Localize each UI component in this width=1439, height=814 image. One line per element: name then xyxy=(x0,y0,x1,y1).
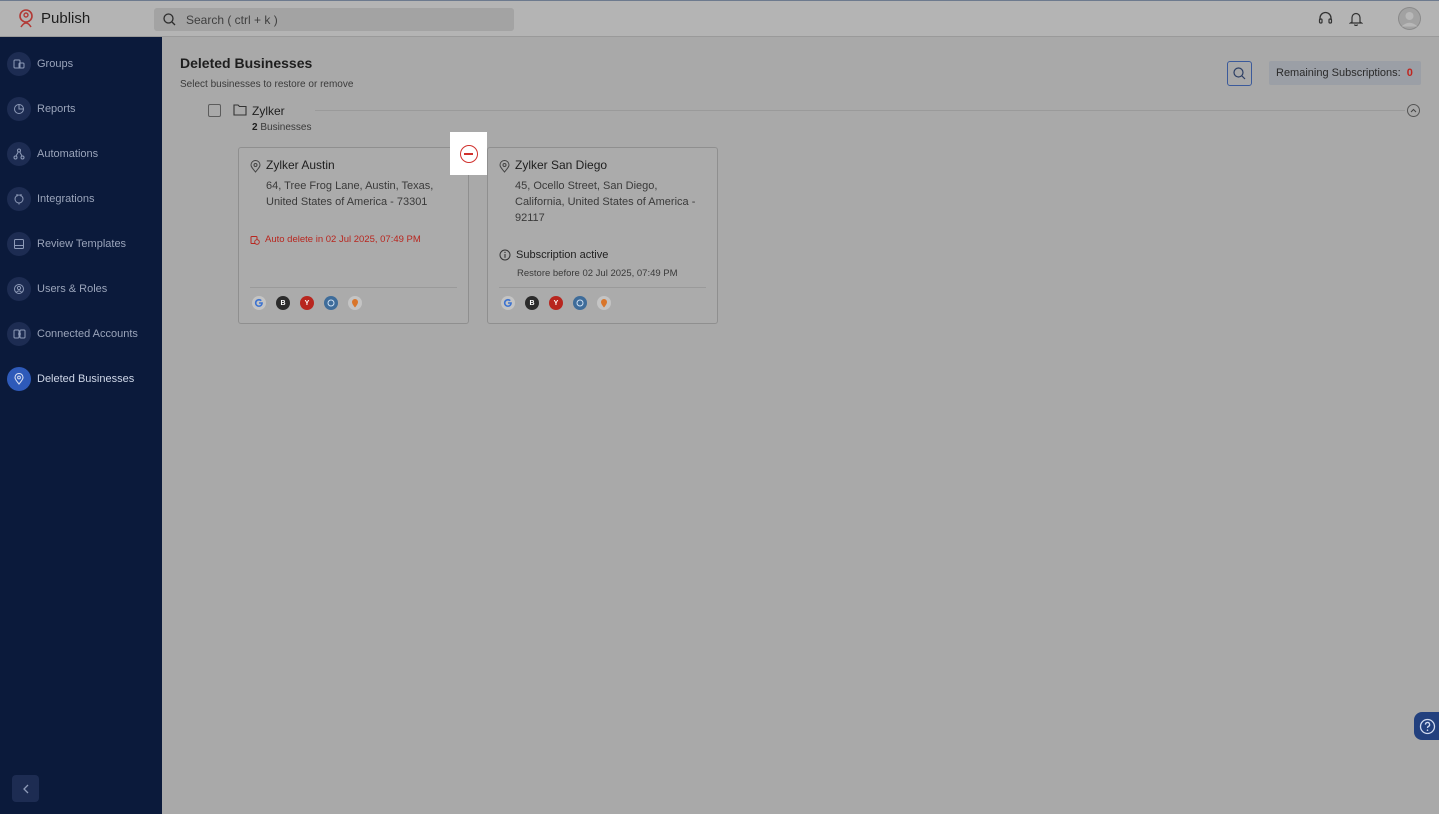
remove-business-highlight xyxy=(450,132,487,175)
group-business-count: 2 Businesses xyxy=(252,122,311,133)
business-name: Zylker Austin xyxy=(266,158,335,172)
sidebar-item-label: Deleted Businesses xyxy=(37,373,135,385)
location-pin-icon xyxy=(499,160,510,173)
deleted-businesses-icon xyxy=(7,367,31,391)
collapse-sidebar-button[interactable] xyxy=(12,775,39,802)
sidebar-item-groups[interactable]: Groups xyxy=(0,46,162,82)
subscription-status: Subscription active xyxy=(499,249,608,261)
search-input[interactable]: Search ( ctrl + k ) xyxy=(186,13,278,27)
help-button[interactable] xyxy=(1414,712,1439,740)
yelp-icon: Y xyxy=(300,296,314,310)
app-logo[interactable]: Publish xyxy=(17,9,90,28)
google-icon xyxy=(501,296,515,310)
apple-maps-icon xyxy=(324,296,338,310)
headset-icon[interactable] xyxy=(1318,11,1333,26)
platform-icons: B Y xyxy=(252,296,362,310)
chevron-up-icon xyxy=(1410,108,1417,113)
minus-icon xyxy=(464,152,473,155)
group-name: Zylker xyxy=(252,104,285,118)
apple-maps-icon xyxy=(573,296,587,310)
business-card-san-diego[interactable]: Zylker San Diego 45, Ocello Street, San … xyxy=(487,147,718,324)
bing-icon: B xyxy=(525,296,539,310)
business-address: 45, Ocello Street, San Diego, California… xyxy=(515,180,696,224)
foursquare-icon xyxy=(348,296,362,310)
collapse-group-button[interactable] xyxy=(1407,104,1420,117)
business-card-austin[interactable]: Zylker Austin 64, Tree Frog Lane, Austin… xyxy=(238,147,469,324)
group-count-label: Businesses xyxy=(260,122,312,133)
location-pin-icon xyxy=(250,160,261,173)
user-avatar-icon xyxy=(1398,7,1421,30)
folder-icon xyxy=(233,104,247,116)
connected-accounts-icon xyxy=(7,322,31,346)
auto-delete-text: Auto delete in 02 Jul 2025, 07:49 PM xyxy=(265,234,421,245)
chevron-left-icon xyxy=(22,784,28,793)
review-templates-icon xyxy=(7,232,31,256)
business-name: Zylker San Diego xyxy=(515,158,608,172)
app-name: Publish xyxy=(41,10,91,27)
group-count-number: 2 xyxy=(252,122,258,133)
sidebar-item-integrations[interactable]: Integrations xyxy=(0,181,162,217)
auto-delete-icon xyxy=(250,235,260,245)
top-bar: Publish Search ( ctrl + k ) xyxy=(0,0,1439,37)
page-title: Deleted Businesses xyxy=(180,55,313,71)
sidebar-item-label: Groups xyxy=(37,58,74,70)
sidebar-item-review-templates[interactable]: Review Templates xyxy=(0,226,162,262)
group-divider xyxy=(315,110,1405,111)
sidebar-item-automations[interactable]: Automations xyxy=(0,136,162,172)
info-icon xyxy=(499,249,511,261)
help-icon xyxy=(1419,718,1436,734)
reports-icon xyxy=(7,97,31,121)
sidebar: Groups Reports Automations Integrations … xyxy=(0,37,162,814)
sidebar-item-label: Review Templates xyxy=(37,238,127,250)
yelp-icon: Y xyxy=(549,296,563,310)
auto-delete-notice: Auto delete in 02 Jul 2025, 07:49 PM xyxy=(250,234,421,245)
restore-before-text: Restore before 02 Jul 2025, 07:49 PM xyxy=(517,268,678,279)
remaining-subscriptions-badge: Remaining Subscriptions: 0 xyxy=(1269,61,1421,85)
platform-icons: B Y xyxy=(501,296,611,310)
remove-business-button[interactable] xyxy=(459,144,478,163)
search-icon xyxy=(163,13,176,26)
automations-icon xyxy=(7,142,31,166)
avatar[interactable] xyxy=(1398,7,1421,30)
sidebar-item-label: Automations xyxy=(37,148,99,160)
page-subtitle: Select businesses to restore or remove xyxy=(180,79,354,90)
bing-icon: B xyxy=(276,296,290,310)
sidebar-item-label: Integrations xyxy=(37,193,95,205)
users-roles-icon xyxy=(7,277,31,301)
remaining-subscriptions-count: 0 xyxy=(1406,67,1413,79)
sidebar-item-label: Reports xyxy=(37,103,76,115)
sidebar-item-deleted-businesses[interactable]: Deleted Businesses xyxy=(0,361,162,397)
sidebar-item-connected-accounts[interactable]: Connected Accounts xyxy=(0,316,162,352)
sidebar-item-reports[interactable]: Reports xyxy=(0,91,162,127)
search-icon xyxy=(1233,67,1246,80)
sidebar-item-users-roles[interactable]: Users & Roles xyxy=(0,271,162,307)
card-divider xyxy=(250,287,457,288)
subscription-status-text: Subscription active xyxy=(516,249,609,261)
search-businesses-button[interactable] xyxy=(1227,61,1252,86)
bell-icon[interactable] xyxy=(1349,11,1363,26)
publish-logo-icon xyxy=(19,9,33,28)
foursquare-icon xyxy=(597,296,611,310)
business-address: 64, Tree Frog Lane, Austin, Texas, Unite… xyxy=(266,180,434,208)
global-search[interactable]: Search ( ctrl + k ) xyxy=(154,8,514,31)
sidebar-item-label: Connected Accounts xyxy=(37,328,138,340)
remaining-subscriptions-label: Remaining Subscriptions: xyxy=(1276,67,1401,79)
integrations-icon xyxy=(7,187,31,211)
google-icon xyxy=(252,296,266,310)
groups-icon xyxy=(7,52,31,76)
group-select-checkbox[interactable] xyxy=(208,104,221,117)
sidebar-item-label: Users & Roles xyxy=(37,283,108,295)
card-divider xyxy=(499,287,706,288)
